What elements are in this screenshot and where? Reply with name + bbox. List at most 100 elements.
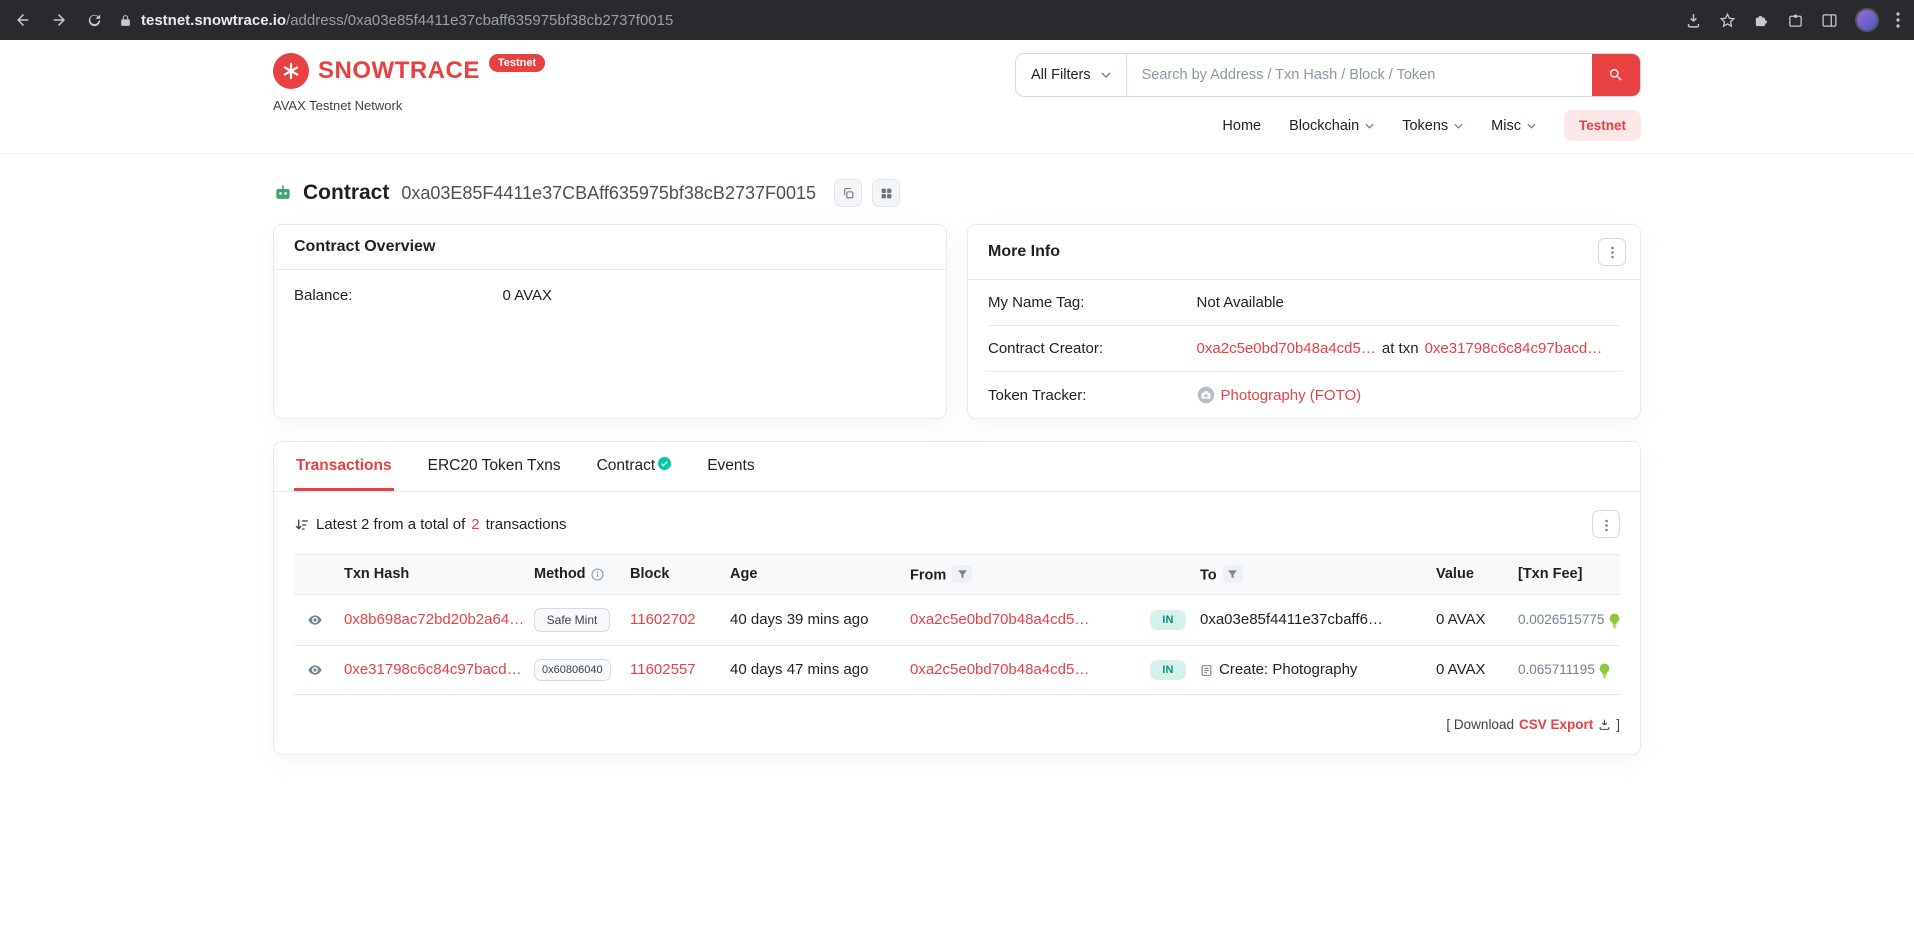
age-text: 40 days 39 mins ago (730, 611, 868, 628)
nav-home[interactable]: Home (1222, 118, 1261, 134)
back-icon[interactable] (14, 11, 32, 29)
lock-icon (119, 14, 132, 27)
reload-icon[interactable] (86, 12, 103, 29)
nav-misc-label: Misc (1491, 118, 1521, 134)
txn-hash-link[interactable]: 0xe31798c6c84c97bacd… (344, 661, 522, 678)
search-filter-dropdown[interactable]: All Filters (1016, 54, 1127, 96)
nav-blockchain[interactable]: Blockchain (1289, 118, 1374, 134)
more-info-card-title: More Info (988, 243, 1060, 261)
filter-icon[interactable] (1223, 565, 1243, 583)
at-txn-text: at txn (1382, 340, 1419, 357)
more-info-card: More Info My Name Tag: Not Available Con… (967, 224, 1641, 419)
side-panel-icon[interactable] (1821, 12, 1838, 29)
tab-contract[interactable]: Contract (595, 442, 674, 491)
overview-card-title: Contract Overview (294, 238, 435, 256)
txn-hash-link[interactable]: 0x8b698ac72bd20b2a64… (344, 611, 524, 628)
brand-block: SNOWTRACE Testnet AVAX Testnet Network (273, 53, 545, 113)
brand-name[interactable]: SNOWTRACE (318, 53, 480, 89)
direction-badge: IN (1150, 610, 1186, 630)
token-logo-icon (1197, 386, 1215, 404)
value-text: 0 AVAX (1436, 611, 1485, 628)
puzzle-icon[interactable] (1787, 12, 1804, 29)
age-header[interactable]: Age (730, 555, 910, 595)
from-address-link[interactable]: 0xa2c5e0bd70b48a4cd5… (910, 661, 1089, 678)
address-bar[interactable]: testnet.snowtrace.io/address/0xa03e85f44… (119, 12, 1671, 29)
preview-transaction-button[interactable] (305, 659, 325, 679)
copy-address-button[interactable] (834, 179, 862, 207)
grid-icon (880, 186, 893, 201)
download-open-text: [ Download (1446, 717, 1514, 732)
filter-icon[interactable] (952, 565, 972, 583)
nav-testnet-button[interactable]: Testnet (1564, 110, 1641, 141)
eye-icon (307, 661, 323, 676)
direction-badge: IN (1150, 660, 1186, 680)
info-icon[interactable] (591, 566, 604, 582)
token-tracker-link[interactable]: Photography (FOTO) (1221, 387, 1362, 404)
creator-address-link[interactable]: 0xa2c5e0bd70b48a4cd5… (1197, 340, 1376, 357)
kebab-menu-icon (1605, 517, 1608, 532)
search-input[interactable] (1127, 54, 1592, 96)
bookmark-star-icon[interactable] (1719, 12, 1736, 29)
main-nav: Home Blockchain Tokens Misc Testnet (1222, 110, 1641, 141)
tab-bar: Transactions ERC20 Token Txns Contract E… (274, 442, 1640, 492)
transactions-menu-button[interactable] (1592, 510, 1620, 538)
tab-events-label: Events (707, 457, 754, 475)
token-tracker-label: Token Tracker: (988, 387, 1197, 404)
search-button[interactable] (1592, 54, 1640, 96)
csv-export-link[interactable]: CSV Export (1519, 717, 1593, 732)
eye-column-header (294, 555, 344, 595)
search-bar: All Filters (1015, 53, 1641, 97)
chevron-down-icon (1101, 67, 1111, 83)
forward-icon[interactable] (50, 11, 68, 29)
browser-chrome: testnet.snowtrace.io/address/0xa03e85f44… (0, 0, 1914, 40)
direction-column-header (1150, 555, 1200, 595)
browser-toolbar-icons (1685, 8, 1900, 32)
gas-bulb-icon[interactable] (1609, 611, 1620, 628)
page-title-row: Contract 0xa03E85F4411e37CBAff635975bf38… (273, 179, 1641, 207)
to-address: 0xa03e85f4411e37cbaff6… (1200, 611, 1383, 628)
gas-bulb-icon[interactable] (1599, 661, 1610, 678)
apps-grid-button[interactable] (872, 179, 900, 207)
chevron-down-icon (1454, 118, 1463, 134)
search-filter-label: All Filters (1031, 67, 1091, 83)
summary-prefix: Latest 2 from a total of (316, 516, 465, 533)
summary-count: 2 (471, 516, 479, 533)
extension-icon[interactable] (1753, 12, 1770, 29)
creator-txn-link[interactable]: 0xe31798c6c84c97bacd… (1425, 340, 1603, 357)
block-link[interactable]: 11602702 (630, 611, 696, 628)
tab-transactions-label: Transactions (296, 457, 392, 475)
contract-address: 0xa03E85F4411e37CBAff635975bf38cB2737F00… (401, 183, 816, 204)
chevron-down-icon (1527, 118, 1536, 134)
balance-label: Balance: (294, 287, 503, 304)
network-label: AVAX Testnet Network (273, 98, 545, 113)
transaction-row: 0x8b698ac72bd20b2a64… Safe Mint 11602702… (294, 594, 1620, 645)
search-icon (1608, 67, 1624, 83)
tab-transactions[interactable]: Transactions (294, 442, 394, 491)
block-link[interactable]: 11602557 (630, 661, 696, 678)
brand-testnet-badge: Testnet (489, 54, 545, 72)
sort-icon[interactable] (294, 516, 310, 533)
to-contract-create: Create: Photography (1219, 661, 1357, 678)
profile-avatar[interactable] (1855, 8, 1879, 32)
chevron-down-icon (1365, 118, 1374, 134)
copy-icon (842, 186, 855, 201)
preview-transaction-button[interactable] (305, 609, 325, 629)
download-close-text: ] (1616, 717, 1620, 732)
from-header: From (910, 555, 1150, 595)
nav-misc[interactable]: Misc (1491, 118, 1536, 134)
tab-events[interactable]: Events (705, 442, 756, 491)
balance-value: 0 AVAX (503, 287, 552, 304)
contract-overview-card: Contract Overview Balance: 0 AVAX (273, 224, 947, 419)
from-address-link[interactable]: 0xa2c5e0bd70b48a4cd5… (910, 611, 1089, 628)
snowtrace-logo-icon[interactable] (273, 53, 309, 89)
url-path: /address/0xa03e85f4411e37cbaff635975bf38… (286, 12, 673, 29)
browser-menu-icon[interactable] (1896, 12, 1900, 28)
txn-fee-text: 0.065711195 (1518, 662, 1595, 677)
table-header-row: Txn Hash Method Block Age From To Value … (294, 555, 1620, 595)
more-info-menu-button[interactable] (1598, 238, 1626, 266)
tab-erc20-label: ERC20 Token Txns (428, 457, 561, 475)
contract-doc-icon (1200, 661, 1213, 678)
nav-tokens[interactable]: Tokens (1402, 118, 1463, 134)
download-icon[interactable] (1685, 12, 1702, 29)
tab-erc20-token-txns[interactable]: ERC20 Token Txns (426, 442, 563, 491)
